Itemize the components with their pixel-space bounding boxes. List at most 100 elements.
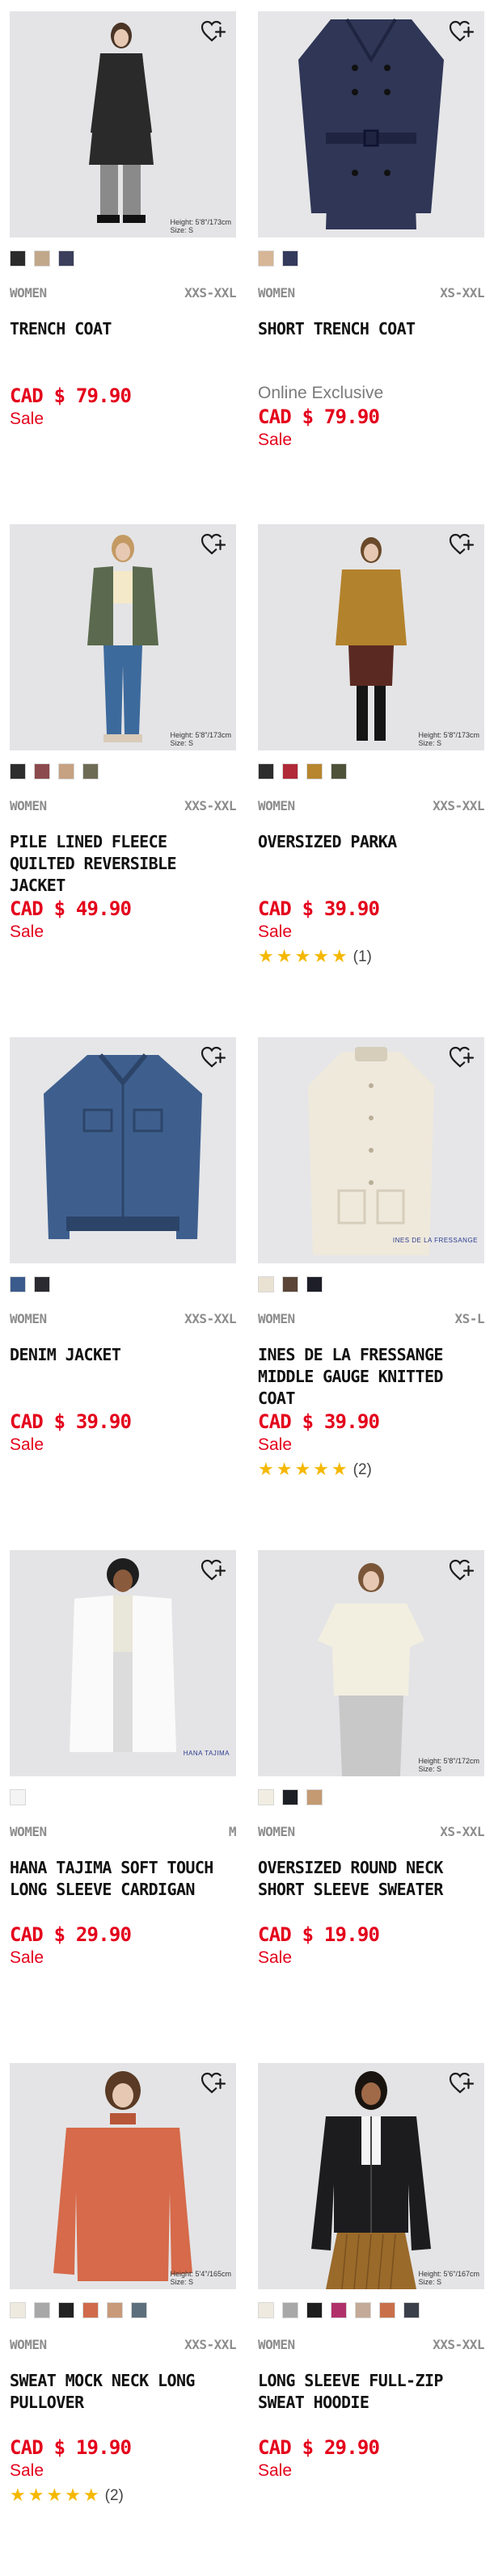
- product-card-denim-jacket[interactable]: WOMEN XXS-XXL DENIM JACKET CAD $ 39.90 S…: [10, 1037, 236, 1550]
- color-swatch[interactable]: [34, 2302, 50, 2318]
- color-swatch[interactable]: [379, 2302, 395, 2318]
- color-swatch[interactable]: [34, 250, 50, 267]
- product-rating[interactable]: ★★★★★ (2): [258, 1460, 484, 1480]
- color-swatch[interactable]: [107, 2302, 123, 2318]
- add-to-wishlist-icon[interactable]: [201, 1558, 226, 1582]
- product-name[interactable]: SHORT TRENCH COAT: [258, 318, 484, 384]
- color-swatch[interactable]: [82, 763, 99, 780]
- product-name[interactable]: SWEAT MOCK NECK LONG PULLOVER: [10, 2370, 236, 2435]
- add-to-wishlist-icon[interactable]: [201, 1045, 226, 1069]
- color-swatch[interactable]: [258, 2302, 274, 2318]
- product-card-ines-knitted-coat[interactable]: INES DE LA FRESSANGE WOMEN XS-L INES DE …: [258, 1037, 484, 1550]
- color-swatch[interactable]: [58, 250, 74, 267]
- color-swatch[interactable]: [282, 1789, 298, 1805]
- product-image[interactable]: [10, 1037, 236, 1263]
- product-card-oversized-round-neck[interactable]: Height: 5'8"/172cm Size: S WOMEN XS-XXL O…: [258, 1550, 484, 2063]
- color-swatch[interactable]: [258, 763, 274, 780]
- product-price: CAD $ 29.90: [258, 2436, 380, 2459]
- product-meta: WOMEN XS-XXL: [258, 1824, 484, 1839]
- product-image[interactable]: INES DE LA FRESSANGE: [258, 1037, 484, 1263]
- color-swatch[interactable]: [258, 250, 274, 267]
- color-swatches: [258, 1789, 484, 1805]
- gender-label: WOMEN: [258, 798, 295, 813]
- color-swatch[interactable]: [258, 1276, 274, 1292]
- color-swatch[interactable]: [34, 1276, 50, 1292]
- product-name[interactable]: INES DE LA FRESSANGE MIDDLE GAUGE KNITTE…: [258, 1344, 484, 1410]
- product-card-full-zip-hoodie[interactable]: Height: 5'6"/167cm Size: S WOMEN XXS-XXL …: [258, 2063, 484, 2576]
- product-image[interactable]: Height: 5'8"/173cm Size: S: [10, 11, 236, 237]
- product-price: CAD $ 79.90: [10, 385, 132, 407]
- add-to-wishlist-icon[interactable]: [201, 532, 226, 557]
- gender-label: WOMEN: [10, 1824, 47, 1839]
- color-swatch[interactable]: [82, 2302, 99, 2318]
- add-to-wishlist-icon[interactable]: [449, 1045, 475, 1069]
- color-swatch[interactable]: [306, 1789, 323, 1805]
- product-rating[interactable]: ★★★★★ (2): [10, 2486, 236, 2506]
- model-size-note-line: Size: S: [170, 739, 194, 747]
- color-swatch[interactable]: [58, 763, 74, 780]
- product-image[interactable]: Height: 5'8"/173cm Size: S: [258, 524, 484, 750]
- product-image[interactable]: Height: 5'8"/173cm Size: S: [10, 524, 236, 750]
- size-range: XXS-XXL: [433, 798, 484, 813]
- sale-label: Sale: [258, 922, 293, 941]
- color-swatch[interactable]: [10, 250, 26, 267]
- color-swatch[interactable]: [331, 763, 347, 780]
- color-swatch[interactable]: [331, 2302, 347, 2318]
- product-name[interactable]: OVERSIZED ROUND NECK SHORT SLEEVE SWEATE…: [258, 1857, 484, 1923]
- product-photo-illustration: [10, 11, 236, 237]
- sale-label: Sale: [258, 1435, 293, 1454]
- add-to-wishlist-icon[interactable]: [449, 2071, 475, 2095]
- color-swatch[interactable]: [355, 2302, 371, 2318]
- color-swatch[interactable]: [306, 2302, 323, 2318]
- add-to-wishlist-icon[interactable]: [449, 1558, 475, 1582]
- color-swatch[interactable]: [282, 250, 298, 267]
- color-swatch[interactable]: [306, 1276, 323, 1292]
- product-price: CAD $ 39.90: [10, 1410, 132, 1433]
- color-swatch[interactable]: [10, 1789, 26, 1805]
- product-card-trench-coat[interactable]: Height: 5'8"/173cm Size: S WOMEN XXS-XXL …: [10, 11, 236, 524]
- product-card-sweat-mock-neck[interactable]: Height: 5'4"/165cm Size: S WOMEN XXS-XXL …: [10, 2063, 236, 2576]
- color-swatch[interactable]: [10, 1276, 26, 1292]
- product-name[interactable]: DENIM JACKET: [10, 1344, 236, 1410]
- product-image[interactable]: HANA TAJIMA: [10, 1550, 236, 1776]
- add-to-wishlist-icon[interactable]: [201, 19, 226, 44]
- product-rating[interactable]: ★★★★★ (1): [258, 947, 484, 967]
- product-card-hana-tajima-cardigan[interactable]: HANA TAJIMA WOMEN M HANA TAJIMA SOFT TOU…: [10, 1550, 237, 2063]
- color-swatch[interactable]: [258, 1789, 274, 1805]
- color-swatch[interactable]: [131, 2302, 147, 2318]
- product-name[interactable]: HANA TAJIMA SOFT TOUCH LONG SLEEVE CARDI…: [10, 1857, 236, 1923]
- color-swatch[interactable]: [306, 763, 323, 780]
- sale-label: Sale: [10, 2461, 44, 2480]
- color-swatch[interactable]: [282, 1276, 298, 1292]
- color-swatch[interactable]: [34, 763, 50, 780]
- product-card-pile-lined-jacket[interactable]: Height: 5'8"/173cm Size: S WOMEN XXS-XXL …: [10, 524, 236, 1037]
- color-swatch[interactable]: [10, 763, 26, 780]
- size-range: XS-L: [454, 1311, 484, 1326]
- product-image[interactable]: [258, 11, 484, 237]
- sale-label: Sale: [10, 1435, 44, 1454]
- product-card-short-trench-coat[interactable]: WOMEN XS-XXL SHORT TRENCH COAT Online Ex…: [258, 11, 484, 524]
- add-to-wishlist-icon[interactable]: [449, 532, 475, 557]
- gender-label: WOMEN: [10, 285, 47, 300]
- color-swatches: [258, 2302, 484, 2318]
- color-swatch[interactable]: [10, 2302, 26, 2318]
- product-name[interactable]: PILE LINED FLEECE QUILTED REVERSIBLE JAC…: [10, 831, 236, 897]
- color-swatch[interactable]: [403, 2302, 420, 2318]
- add-to-wishlist-icon[interactable]: [449, 19, 475, 44]
- color-swatch[interactable]: [58, 2302, 74, 2318]
- add-to-wishlist-icon[interactable]: [201, 2071, 226, 2095]
- product-image[interactable]: Height: 5'4"/165cm Size: S: [10, 2063, 236, 2289]
- sale-label: Sale: [258, 2461, 293, 2480]
- color-swatch[interactable]: [282, 2302, 298, 2318]
- product-card-oversized-parka[interactable]: Height: 5'8"/173cm Size: S WOMEN XXS-XXL …: [258, 524, 484, 1037]
- product-name[interactable]: TRENCH COAT: [10, 318, 236, 384]
- product-meta: WOMEN XXS-XXL: [10, 2337, 236, 2352]
- product-price: CAD $ 49.90: [10, 897, 132, 920]
- product-name[interactable]: LONG SLEEVE FULL-ZIP SWEAT HOODIE: [258, 2370, 484, 2435]
- product-image[interactable]: Height: 5'8"/172cm Size: S: [258, 1550, 484, 1776]
- product-image[interactable]: Height: 5'6"/167cm Size: S: [258, 2063, 484, 2289]
- review-count: (2): [353, 1460, 372, 1478]
- product-name[interactable]: OVERSIZED PARKA: [258, 831, 484, 897]
- color-swatch[interactable]: [282, 763, 298, 780]
- product-photo-illustration: [258, 11, 484, 237]
